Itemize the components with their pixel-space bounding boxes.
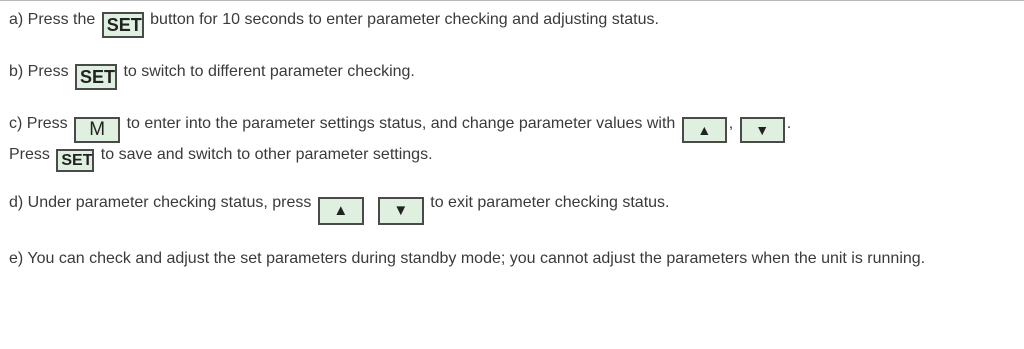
- instruction-b: b) Press SET to switch to different para…: [9, 60, 1019, 90]
- instruction-c-prefix: c) Press: [9, 115, 73, 132]
- instruction-c-middle: to enter into the parameter settings sta…: [122, 115, 680, 132]
- up-triangle-icon: ▲: [681, 117, 727, 143]
- instruction-a-prefix: a) Press the: [9, 11, 100, 28]
- instruction-d-suffix: to exit parameter checking status.: [425, 194, 670, 211]
- instruction-c-period: .: [786, 115, 792, 132]
- instruction-e: e) You can check and adjust the set para…: [9, 247, 1019, 271]
- instruction-c-comma: ,: [728, 115, 734, 132]
- instruction-b-suffix: to switch to different parameter checkin…: [119, 63, 415, 80]
- instruction-c-line2-suffix: to save and switch to other parameter se…: [96, 146, 433, 163]
- top-divider: [0, 0, 1024, 1]
- m-key-label: M: [74, 117, 121, 143]
- instruction-c-line2-prefix: Press: [9, 146, 55, 163]
- set-key-label: SET: [101, 12, 144, 38]
- instruction-d: d) Under parameter checking status, pres…: [9, 191, 1019, 225]
- set-key-label: SET: [75, 64, 118, 90]
- instruction-a: a) Press the SET button for 10 seconds t…: [9, 8, 1019, 38]
- set-key-label: SET: [56, 149, 95, 172]
- instruction-e-text: e) You can check and adjust the set para…: [9, 250, 926, 267]
- instruction-d-prefix: d) Under parameter checking status, pres…: [9, 194, 316, 211]
- up-triangle-icon: ▲: [317, 197, 364, 225]
- down-triangle-icon: ▼: [377, 197, 424, 225]
- instruction-a-suffix: button for 10 seconds to enter parameter…: [145, 11, 659, 28]
- instruction-c: c) Press M to enter into the parameter s…: [9, 112, 1019, 172]
- instruction-b-prefix: b) Press: [9, 63, 74, 80]
- instruction-list: a) Press the SET button for 10 seconds t…: [9, 8, 1019, 271]
- down-triangle-icon: ▼: [739, 117, 785, 143]
